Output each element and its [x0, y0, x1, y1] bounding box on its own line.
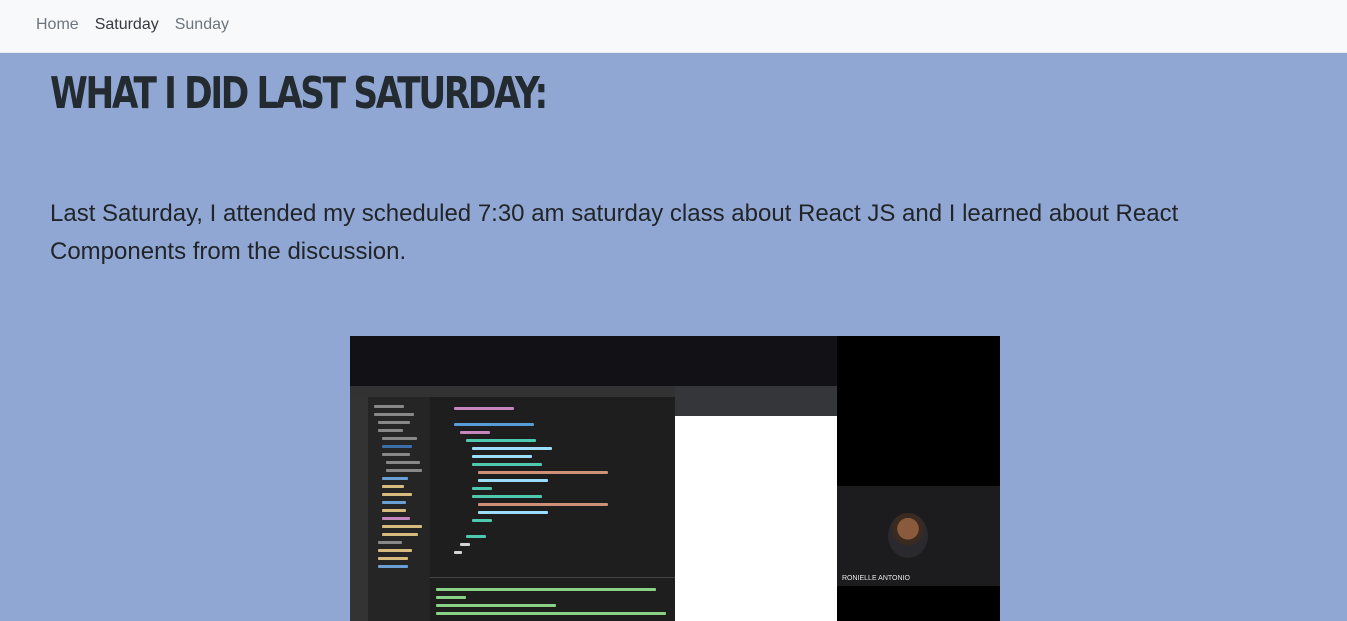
participant-avatar [888, 513, 928, 558]
code-editor-window [350, 386, 675, 621]
nav-link-saturday[interactable]: Saturday [95, 16, 159, 34]
nav-links: Home Saturday Sunday [36, 16, 229, 34]
participant-name: RONIELLE ANTONIO [842, 575, 910, 582]
editor-file-explorer [368, 397, 430, 621]
participant-tile: RONIELLE ANTONIO [837, 486, 1000, 586]
editor-code-area [430, 397, 675, 577]
browser-toolbar [675, 386, 837, 416]
navbar: Home Saturday Sunday [0, 0, 1347, 53]
shared-screen [350, 336, 837, 621]
intro-paragraph: Last Saturday, I attended my scheduled 7… [50, 200, 1179, 265]
editor-title-bar [350, 386, 675, 397]
nav-link-home[interactable]: Home [36, 16, 79, 34]
page-heading: What I did last Saturday: [50, 68, 548, 119]
class-screenshot: RONIELLE ANTONIO [350, 336, 1000, 621]
editor-terminal [430, 577, 675, 621]
nav-link-sunday[interactable]: Sunday [175, 16, 229, 34]
editor-activity-bar [350, 397, 368, 621]
browser-window [675, 386, 837, 621]
